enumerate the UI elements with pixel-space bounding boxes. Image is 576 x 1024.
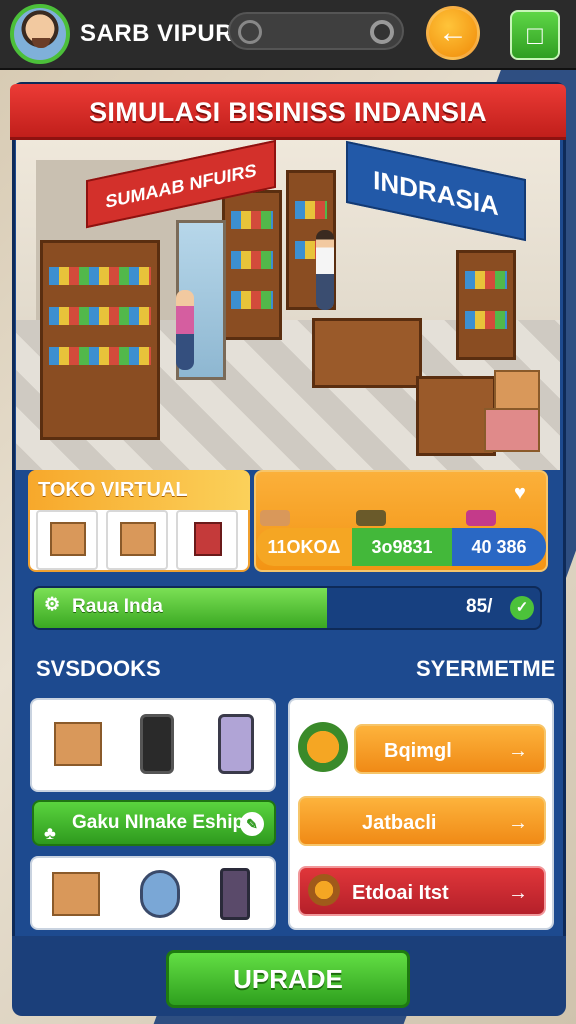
left-section-title: SVSDOOKS bbox=[36, 656, 161, 681]
arrow-right-icon: → bbox=[508, 740, 528, 762]
shop-scene: SUMAAB NFUIRS INDRASIA bbox=[16, 140, 560, 470]
clerk bbox=[316, 230, 334, 310]
player-name: SARB VIPURS bbox=[80, 20, 250, 47]
inventory-card-bottom bbox=[30, 856, 276, 930]
player-avatar[interactable] bbox=[10, 4, 70, 64]
crate-icon bbox=[120, 522, 156, 556]
cardboard-box-icon[interactable] bbox=[54, 722, 102, 766]
arrow-right-icon: → bbox=[508, 812, 528, 834]
ring-mini-icon bbox=[356, 510, 386, 526]
stat-orange: 11OKOΔ bbox=[256, 528, 352, 566]
action-button-2[interactable]: Jatbacli → bbox=[298, 796, 546, 846]
upgrade-button[interactable]: UPRADE bbox=[166, 950, 410, 1008]
menu-icon[interactable]: □ bbox=[510, 10, 560, 60]
checkout-counter bbox=[312, 318, 422, 388]
open-box-icon[interactable] bbox=[52, 872, 100, 916]
phone-icon[interactable] bbox=[140, 714, 174, 774]
toko-virtual-title: TOKO VIRTUAL bbox=[28, 470, 250, 510]
crate bbox=[484, 408, 540, 452]
stat-blue: 40 386 bbox=[452, 528, 546, 566]
action-label-3: Etdoai Itst bbox=[352, 882, 449, 904]
currency-pill[interactable] bbox=[228, 12, 404, 50]
check-icon: ✓ bbox=[510, 596, 534, 620]
edit-icon[interactable]: ✎ bbox=[240, 812, 264, 836]
item-tile-crates[interactable] bbox=[106, 510, 168, 570]
green-action-button[interactable]: ♣ Gaku NInake Eship ✎ bbox=[32, 800, 276, 846]
right-section-title: SYERMETME bbox=[416, 656, 556, 681]
cart-icon bbox=[194, 522, 222, 556]
shopper bbox=[176, 290, 194, 370]
box-icon bbox=[50, 522, 86, 556]
tablet-icon[interactable] bbox=[218, 714, 254, 774]
action-label-2: Jatbacli bbox=[362, 812, 437, 834]
action-label-1: Bqimgl bbox=[384, 740, 452, 762]
progress-value: 85/ bbox=[466, 596, 493, 617]
stat-green: 3o9831 bbox=[352, 528, 452, 566]
box-mini-icon bbox=[260, 510, 290, 526]
trash-icon: ♣ bbox=[44, 823, 56, 843]
calculator-icon[interactable] bbox=[220, 868, 250, 920]
coin-icon bbox=[238, 20, 262, 44]
favorite-icon[interactable]: ♥ bbox=[514, 482, 536, 504]
item-tile-cart[interactable] bbox=[176, 510, 238, 570]
shelf-left bbox=[40, 240, 160, 440]
shelf-center bbox=[222, 190, 282, 340]
settings-icon[interactable] bbox=[370, 20, 394, 44]
top-bar: SARB VIPURS ← □ bbox=[0, 0, 576, 70]
trophy-icon bbox=[298, 722, 348, 772]
game-title-banner: SIMULASI BISINISS INDANSIA bbox=[10, 84, 566, 140]
progress-label: Raua Inda bbox=[72, 596, 163, 617]
arrow-right-icon: → bbox=[508, 882, 528, 904]
item-tile-boxes[interactable] bbox=[36, 510, 98, 570]
crate bbox=[494, 370, 540, 410]
back-arrow-icon[interactable]: ← bbox=[426, 6, 480, 60]
robot-icon[interactable] bbox=[140, 870, 180, 918]
action-button-1[interactable]: Bqimgl → bbox=[354, 724, 546, 774]
shop-sign-right: INDRASIA bbox=[346, 140, 526, 242]
gear-badge-icon bbox=[308, 874, 340, 906]
inventory-card-top bbox=[30, 698, 276, 792]
gift-mini-icon bbox=[466, 510, 496, 526]
progress-icon: ⚙ bbox=[44, 594, 61, 614]
green-action-label: Gaku NInake Eship bbox=[72, 812, 245, 833]
shelf-right bbox=[456, 250, 516, 360]
